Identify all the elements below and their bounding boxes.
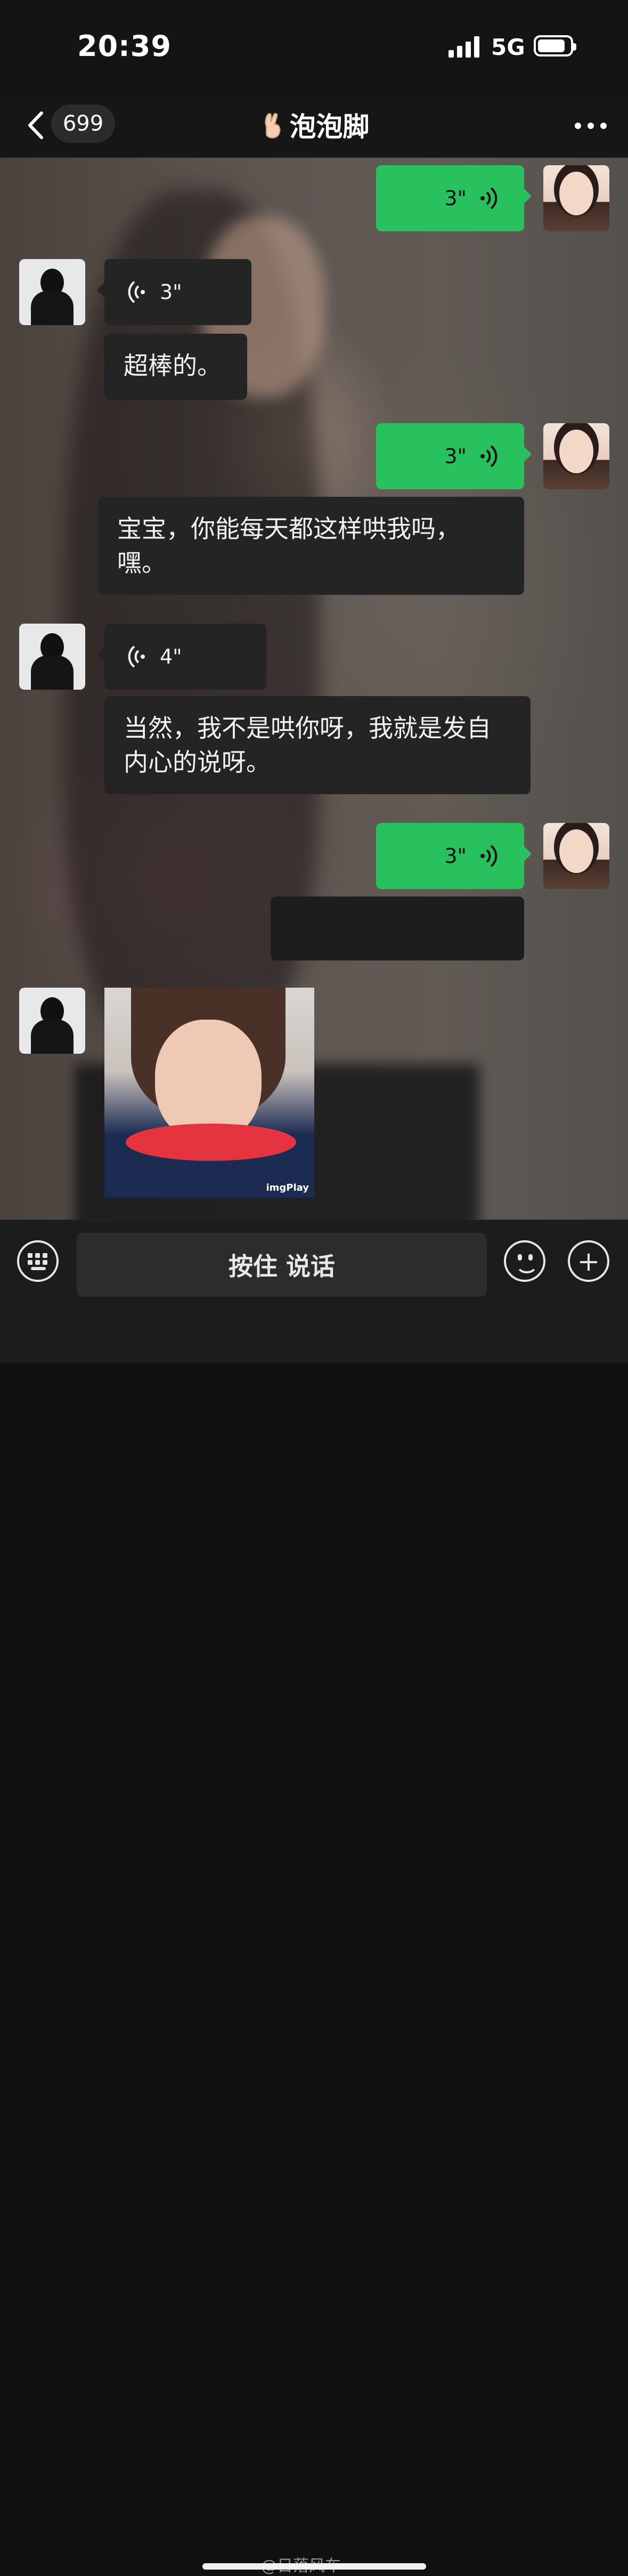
voice-message-incoming[interactable]: 4" [97, 624, 266, 690]
chat-area[interactable]: 3" 3" 超棒的。 3" 宝宝，你能每天都这样哄我吗，嘿。 4" 当然，我不是… [0, 158, 628, 1220]
voice-duration: 3" [444, 844, 467, 868]
voice-message-outgoing[interactable]: 3" [376, 823, 532, 889]
home-indicator[interactable] [202, 2563, 426, 2570]
voice-duration: 4" [160, 645, 182, 668]
voice-message-outgoing[interactable]: 3" [376, 165, 532, 231]
battery-icon [534, 35, 576, 56]
emoji-icon[interactable] [504, 1240, 545, 1282]
voice-message-incoming[interactable]: 3" [97, 259, 251, 325]
chat-header: 699 泡泡脚 [0, 96, 628, 158]
chat-title-text: 泡泡脚 [289, 111, 370, 142]
contact-avatar[interactable] [19, 988, 85, 1054]
voice-wave-icon [128, 281, 145, 303]
hold-to-talk-button[interactable]: 按住 说话 [77, 1233, 487, 1297]
voice-message-outgoing[interactable]: 3" [376, 423, 532, 489]
status-time: 20:39 [77, 29, 172, 63]
voice-wave-icon [480, 445, 497, 467]
voice-duration: 3" [444, 187, 467, 210]
sticker-watermark: imgPlay [266, 1182, 309, 1193]
voice-wave-icon [480, 845, 497, 867]
my-avatar[interactable] [543, 165, 609, 231]
contact-avatar[interactable] [19, 259, 85, 325]
more-icon[interactable] [575, 119, 607, 130]
chat-title: 泡泡脚 [0, 106, 628, 144]
plus-icon[interactable] [568, 1240, 609, 1282]
input-bar: 按住 说话 @日落风车 [0, 1220, 628, 2575]
cellular-signal-icon [448, 35, 480, 58]
text-message-incoming[interactable]: 当然，我不是哄你呀，我就是发自内心的说呀。 [104, 696, 531, 794]
voice-duration: 3" [160, 280, 182, 304]
redacted-message[interactable] [271, 897, 524, 960]
crossed-fingers-emoji [259, 110, 284, 140]
text-message-incoming[interactable]: 宝宝，你能每天都这样哄我吗，嘿。 [98, 497, 524, 595]
contact-avatar[interactable] [19, 624, 85, 690]
voice-duration: 3" [444, 445, 467, 468]
sticker-image[interactable]: imgPlay [104, 988, 314, 1198]
voice-wave-icon [480, 187, 497, 209]
voice-wave-icon [128, 645, 145, 668]
my-avatar[interactable] [543, 823, 609, 889]
text-message-incoming[interactable]: 超棒的。 [104, 334, 247, 400]
keyboard-icon[interactable] [17, 1240, 59, 1282]
network-type: 5G [491, 34, 525, 60]
my-avatar[interactable] [543, 423, 609, 489]
status-bar: 20:39 5G [0, 0, 628, 96]
